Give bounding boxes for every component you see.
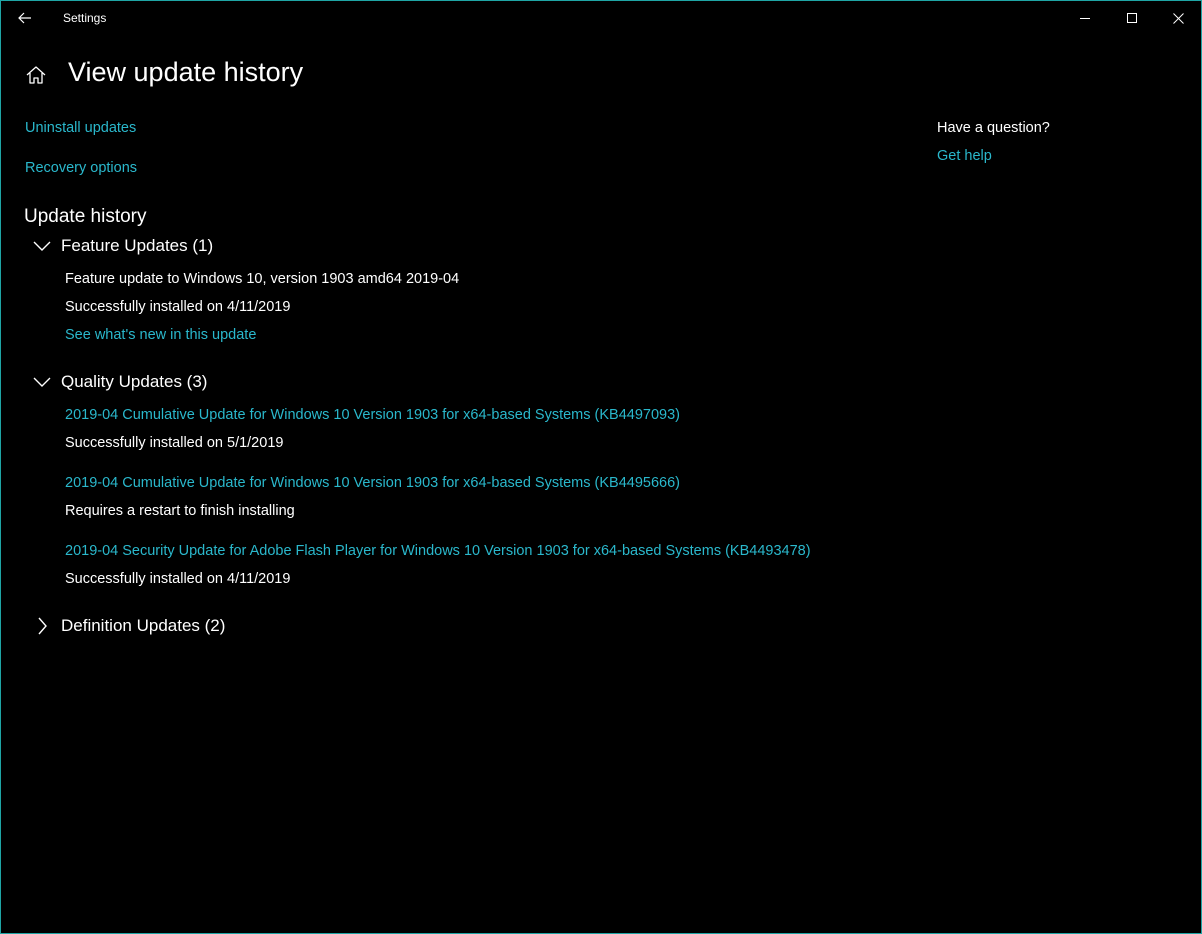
quality-updates-group-header[interactable]: Quality Updates (3) <box>31 369 207 395</box>
quality-update-status: Requires a restart to finish installing <box>65 503 295 519</box>
quality-update-status: Successfully installed on 5/1/2019 <box>65 435 284 451</box>
home-icon <box>26 66 46 84</box>
recovery-options-link[interactable]: Recovery options <box>25 160 137 176</box>
close-icon <box>1172 12 1184 24</box>
quality-update-link-kb4495666[interactable]: 2019-04 Cumulative Update for Windows 10… <box>65 475 680 491</box>
quality-update-link-kb4493478[interactable]: 2019-04 Security Update for Adobe Flash … <box>65 543 811 559</box>
page-title: View update history <box>68 57 304 87</box>
settings-window: Settings View update history Uninstall u… <box>0 0 1202 934</box>
quality-update-status: Successfully installed on 4/11/2019 <box>65 571 291 587</box>
chevron-down-icon <box>31 235 53 257</box>
group-label: Feature Updates (1) <box>61 236 214 255</box>
help-heading: Have a question? <box>937 120 1050 136</box>
quality-update-link-kb4497093[interactable]: 2019-04 Cumulative Update for Windows 10… <box>65 407 680 423</box>
title-bar: Settings <box>1 1 1201 35</box>
back-arrow-icon <box>18 12 31 24</box>
back-button[interactable] <box>1 1 49 35</box>
feature-update-status: Successfully installed on 4/11/2019 <box>65 299 291 315</box>
app-title: Settings <box>63 11 107 25</box>
chevron-right-icon <box>31 615 53 637</box>
group-label: Quality Updates (3) <box>61 372 208 391</box>
feature-update-name: Feature update to Windows 10, version 19… <box>65 271 460 287</box>
maximize-icon <box>1126 12 1137 23</box>
get-help-link[interactable]: Get help <box>937 148 992 164</box>
uninstall-updates-link[interactable]: Uninstall updates <box>25 120 136 136</box>
home-button[interactable] <box>25 64 47 86</box>
group-label: Definition Updates (2) <box>61 616 226 635</box>
whats-new-link[interactable]: See what's new in this update <box>65 327 256 343</box>
feature-updates-group-header[interactable]: Feature Updates (1) <box>31 233 213 259</box>
minimize-icon <box>1079 17 1090 19</box>
chevron-down-icon <box>31 371 53 393</box>
minimize-button[interactable] <box>1062 1 1108 35</box>
close-button[interactable] <box>1155 1 1201 35</box>
definition-updates-group-header[interactable]: Definition Updates (2) <box>31 613 225 639</box>
update-history-heading: Update history <box>24 206 147 227</box>
maximize-button[interactable] <box>1109 1 1155 35</box>
